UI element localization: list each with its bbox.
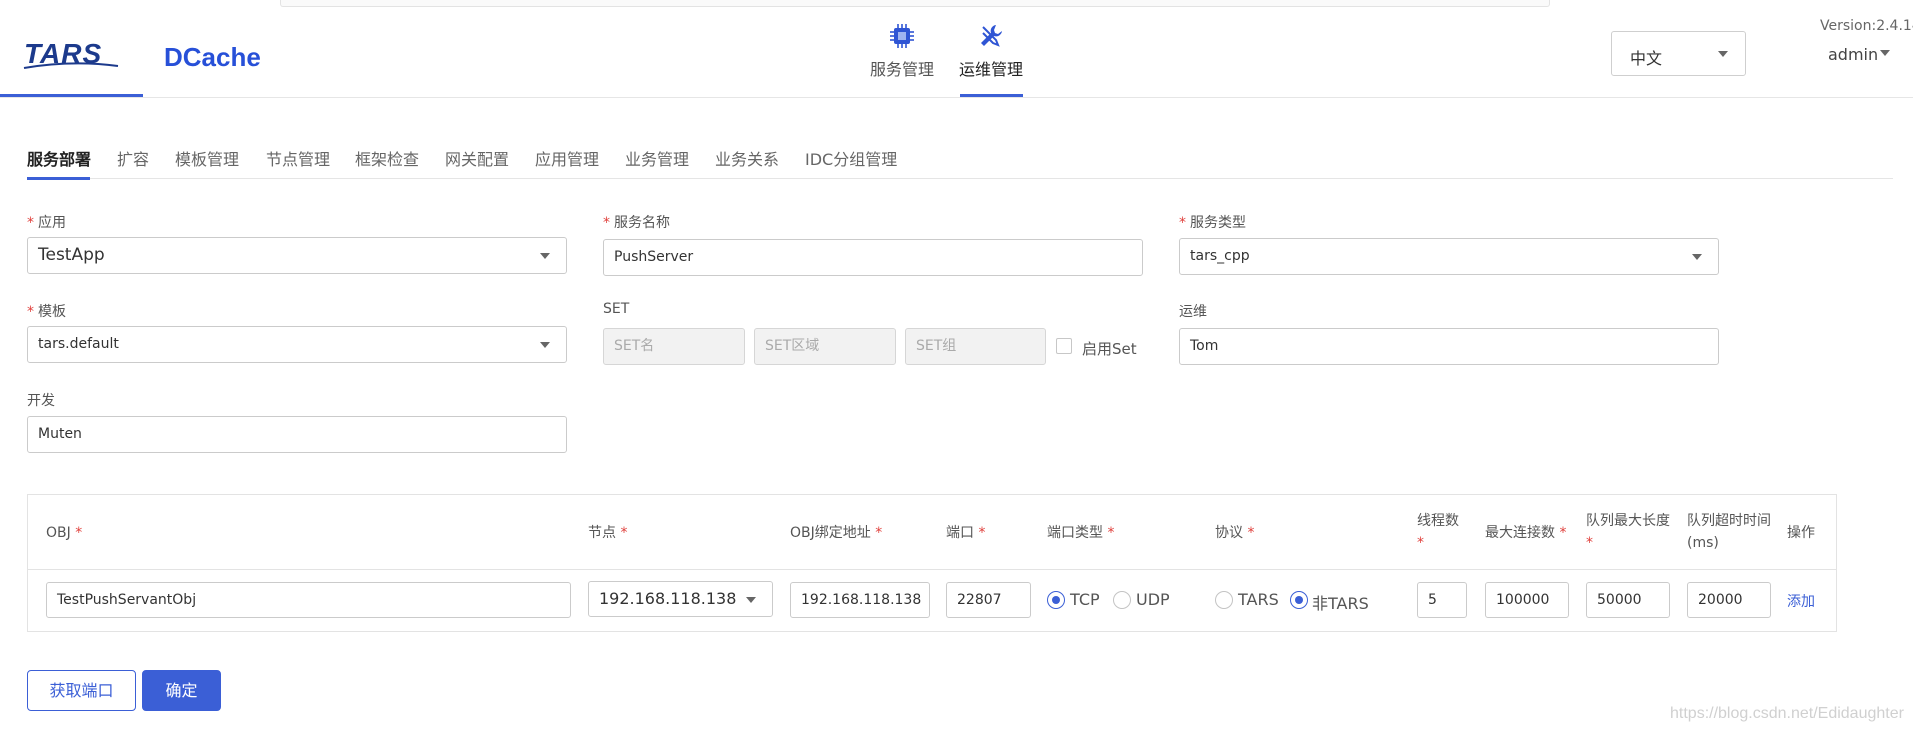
- protocol-tars-label: TARS: [1238, 590, 1279, 609]
- th-port: 端口 *: [946, 525, 986, 541]
- browser-top-strip: [280, 0, 1550, 7]
- set-area-input[interactable]: SET区域: [754, 328, 896, 365]
- node-select-value: 192.168.118.138: [599, 589, 737, 608]
- nav-service-management[interactable]: 服务管理: [862, 22, 942, 80]
- obj-input[interactable]: TestPushServantObj: [46, 582, 571, 618]
- th-protocol: 协议 *: [1215, 525, 1255, 541]
- nav-ops-management-label: 运维管理: [958, 60, 1023, 79]
- threads-input[interactable]: 5: [1417, 582, 1467, 618]
- nav-active-indicator: [960, 94, 1023, 97]
- confirm-button[interactable]: 确定: [142, 670, 221, 711]
- th-action: 操作: [1787, 525, 1815, 541]
- tab-business-management[interactable]: 业务管理: [625, 146, 689, 170]
- nav-ops-management[interactable]: 运维管理: [951, 22, 1031, 80]
- server-name-input[interactable]: PushServer: [603, 239, 1143, 276]
- chevron-down-icon: [540, 342, 550, 348]
- subtab-divider: [27, 178, 1893, 179]
- th-node: 节点 *: [588, 525, 628, 541]
- tab-expand[interactable]: 扩容: [117, 146, 149, 170]
- tab-framework-check[interactable]: 框架检查: [355, 146, 419, 170]
- server-type-value: tars_cpp: [1190, 248, 1250, 264]
- dev-input[interactable]: Muten: [27, 416, 567, 453]
- chevron-down-icon: [540, 253, 550, 259]
- th-obj: OBJ *: [46, 525, 83, 541]
- app-select-value: TestApp: [38, 245, 105, 265]
- tab-business-relation[interactable]: 业务关系: [715, 146, 779, 170]
- server-name-label: * 服务名称: [603, 215, 670, 231]
- set-label: SET: [603, 301, 630, 317]
- template-label: * 模板: [27, 304, 66, 320]
- port-input[interactable]: 22807: [946, 582, 1031, 618]
- enable-set-label: 启用Set: [1082, 340, 1137, 358]
- dcache-logo[interactable]: DCache: [164, 42, 261, 73]
- obj-table-header: OBJ * 节点 * OBJ绑定地址 * 端口 * 端口类型 * 协议 * 线程…: [28, 495, 1836, 570]
- template-value: tars.default: [38, 336, 119, 352]
- max-conn-input[interactable]: 100000: [1485, 582, 1569, 618]
- protocol-non-tars-label: 非TARS: [1312, 594, 1369, 613]
- language-select[interactable]: 中文: [1611, 31, 1746, 76]
- dev-label: 开发: [27, 393, 55, 409]
- bind-address-input[interactable]: 192.168.118.138: [790, 582, 930, 618]
- th-threads: 线程数 *: [1417, 513, 1459, 551]
- ops-label: 运维: [1179, 304, 1207, 320]
- app-select[interactable]: TestApp: [27, 237, 567, 274]
- port-type-tcp-label: TCP: [1070, 590, 1100, 609]
- logo-active-indicator: [0, 94, 143, 97]
- user-name: admin: [1828, 45, 1879, 64]
- subtab-active-indicator: [27, 177, 90, 180]
- tab-service-deploy[interactable]: 服务部署: [27, 146, 91, 170]
- tab-idc-group-management[interactable]: IDC分组管理: [805, 146, 897, 170]
- protocol-non-tars-radio[interactable]: [1290, 591, 1308, 609]
- ops-input[interactable]: Tom: [1179, 328, 1719, 365]
- queue-len-input[interactable]: 50000: [1586, 582, 1670, 618]
- port-type-udp-radio[interactable]: [1113, 591, 1131, 609]
- th-queue-timeout: 队列超时时间 (ms): [1687, 513, 1771, 551]
- th-port-type: 端口类型 *: [1047, 525, 1115, 541]
- get-port-button[interactable]: 获取端口: [27, 670, 136, 711]
- chevron-down-icon: [746, 597, 756, 603]
- wrench-icon: [981, 25, 1002, 47]
- tab-app-management[interactable]: 应用管理: [535, 146, 599, 170]
- chevron-down-icon: [1692, 254, 1702, 260]
- server-type-select[interactable]: tars_cpp: [1179, 238, 1719, 275]
- set-group-input[interactable]: SET组: [905, 328, 1046, 365]
- protocol-tars-radio[interactable]: [1215, 591, 1233, 609]
- language-select-value: 中文: [1630, 49, 1663, 68]
- obj-table: OBJ * 节点 * OBJ绑定地址 * 端口 * 端口类型 * 协议 * 线程…: [27, 494, 1837, 632]
- user-menu[interactable]: admin: [1828, 45, 1890, 64]
- add-obj-link[interactable]: 添加: [1787, 591, 1815, 611]
- th-queue-len: 队列最大长度 *: [1586, 513, 1670, 551]
- server-type-label: * 服务类型: [1179, 215, 1246, 231]
- watermark-text: https://blog.csdn.net/Edidaughter: [1670, 705, 1904, 722]
- tab-gateway-config[interactable]: 网关配置: [445, 146, 509, 170]
- tab-node-management[interactable]: 节点管理: [266, 146, 330, 170]
- tars-logo-swoosh-icon: [23, 62, 119, 69]
- template-select[interactable]: tars.default: [27, 326, 567, 363]
- tab-template-management[interactable]: 模板管理: [175, 146, 239, 170]
- set-name-input[interactable]: SET名: [603, 328, 745, 365]
- app-label: * 应用: [27, 215, 66, 231]
- node-select[interactable]: 192.168.118.138: [588, 581, 773, 617]
- queue-timeout-input[interactable]: 20000: [1687, 582, 1771, 618]
- chevron-down-icon: [1718, 51, 1728, 57]
- enable-set-checkbox[interactable]: [1056, 338, 1072, 354]
- nav-service-management-label: 服务管理: [869, 60, 934, 79]
- port-type-tcp-radio[interactable]: [1047, 591, 1065, 609]
- th-max-conn: 最大连接数 *: [1485, 525, 1567, 541]
- port-type-udp-label: UDP: [1136, 590, 1170, 609]
- top-header: TARS DCache 服务管理 运维管理 中文 Version:2.4.14: [0, 0, 1913, 98]
- chevron-down-icon: [1880, 50, 1890, 56]
- chip-icon: [890, 24, 914, 48]
- version-text: Version:2.4.14: [1820, 18, 1913, 34]
- th-bind: OBJ绑定地址 *: [790, 525, 883, 541]
